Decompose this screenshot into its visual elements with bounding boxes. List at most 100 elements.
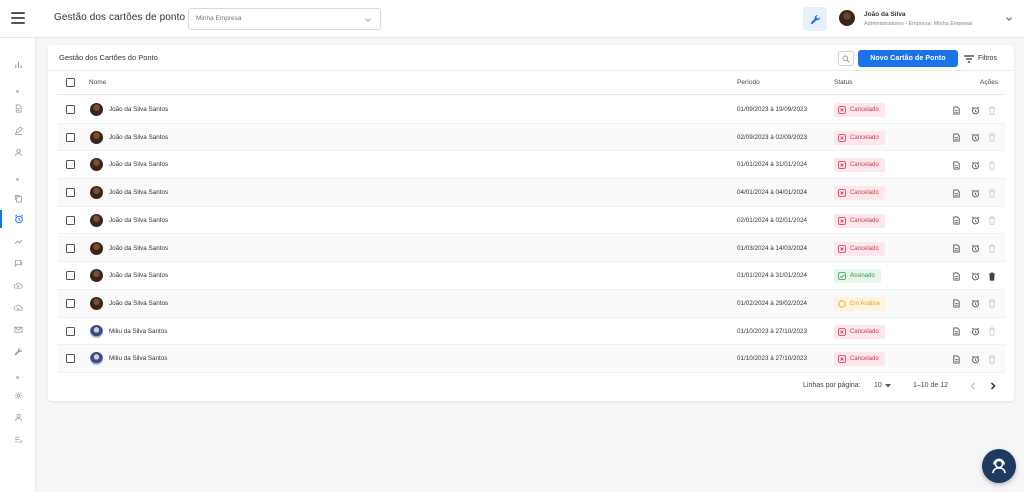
employee-name: João da Silva Santos	[109, 244, 169, 252]
row-checkbox[interactable]	[66, 188, 75, 198]
row-checkbox[interactable]	[66, 298, 75, 308]
table-row[interactable]: João da Silva Santos 02/01/2024 à 02/01/2…	[57, 207, 1005, 235]
avatar	[90, 158, 103, 172]
sidebar-item-dashboard[interactable]	[0, 55, 36, 73]
rows-per-page-select[interactable]: 10	[874, 382, 891, 389]
delete-button[interactable]	[987, 271, 997, 281]
row-checkbox[interactable]	[66, 215, 75, 225]
user-role: Administradores - Empresa: Minha Empresa	[864, 21, 973, 27]
row-checkbox[interactable]	[66, 105, 75, 114]
sidebar-item-download[interactable]	[0, 298, 36, 316]
timesheet-button[interactable]	[970, 133, 980, 143]
timesheet-button[interactable]	[970, 105, 980, 115]
help-button[interactable]	[982, 449, 1016, 483]
row-checkbox[interactable]	[66, 326, 75, 336]
column-header-period[interactable]: Período	[737, 79, 760, 86]
sidebar-item-documents[interactable]	[0, 99, 36, 117]
alarm-clock-icon	[971, 355, 979, 364]
table-row[interactable]: Miliu da Silva Santos 01/10/2023 à 27/10/…	[57, 345, 1005, 373]
row-checkbox[interactable]	[66, 354, 75, 364]
status-label: Cancelado	[850, 190, 879, 197]
status-label: Cancelado	[850, 162, 879, 169]
sidebar-item-reports[interactable]	[0, 232, 36, 250]
delete-button[interactable]	[987, 188, 997, 198]
chevron-down-icon	[1006, 17, 1012, 21]
timesheet-button[interactable]	[970, 244, 980, 254]
sidebar-item-mail[interactable]	[0, 320, 36, 338]
sidebar-item-settings[interactable]	[0, 386, 36, 404]
view-document-button[interactable]	[951, 188, 961, 198]
view-document-button[interactable]	[951, 133, 961, 143]
table-row[interactable]: João da Silva Santos 01/03/2024 à 14/03/2…	[57, 234, 1005, 263]
sidebar-item-profile[interactable]	[0, 408, 36, 426]
trash-icon	[988, 161, 996, 170]
view-document-button[interactable]	[951, 354, 961, 364]
new-timecard-button[interactable]: Novo Cartão de Ponto	[858, 50, 958, 67]
cancel-icon	[838, 106, 846, 114]
table-row[interactable]: João da Silva Santos 01/01/2024 à 31/01/2…	[57, 262, 1005, 290]
sidebar-item-users[interactable]	[0, 143, 36, 161]
table-row[interactable]: João da Silva Santos 01/09/2023 à 19/09/2…	[57, 96, 1005, 124]
timesheet-button[interactable]	[970, 271, 980, 281]
delete-button[interactable]	[987, 133, 997, 143]
row-checkbox[interactable]	[66, 132, 75, 142]
view-document-button[interactable]	[951, 271, 961, 281]
select-all-checkbox[interactable]	[66, 78, 75, 87]
user-menu[interactable]: João da Silva Administradores - Empresa:…	[835, 6, 1016, 32]
employee-name: João da Silva Santos	[109, 133, 169, 141]
table-row[interactable]: João da Silva Santos 02/09/2023 à 02/09/2…	[57, 123, 1005, 152]
delete-button[interactable]	[987, 299, 997, 309]
table-row[interactable]: João da Silva Santos 01/01/2024 à 31/01/2…	[57, 151, 1005, 180]
view-document-button[interactable]	[951, 244, 961, 254]
sidebar-item-timecards[interactable]	[0, 210, 36, 228]
delete-button[interactable]	[987, 160, 997, 170]
clock-icon	[838, 300, 846, 308]
delete-button[interactable]	[987, 244, 997, 254]
timesheet-button[interactable]	[970, 299, 980, 309]
row-checkbox[interactable]	[66, 160, 75, 170]
timesheet-button[interactable]	[970, 160, 980, 170]
sidebar-item-tools[interactable]	[0, 342, 36, 360]
table-row[interactable]: João da Silva Santos 01/02/2024 à 29/02/2…	[57, 289, 1005, 318]
search-button[interactable]	[838, 51, 854, 66]
sidebar-item-messages[interactable]	[0, 254, 36, 272]
period: 01/01/2024 à 31/01/2024	[737, 272, 808, 280]
column-header-status[interactable]: Status	[834, 79, 852, 86]
next-page-button[interactable]	[988, 381, 998, 393]
view-document-button[interactable]	[951, 299, 961, 309]
row-checkbox[interactable]	[66, 243, 75, 253]
view-document-button[interactable]	[951, 105, 961, 115]
row-checkbox[interactable]	[66, 271, 75, 281]
employee-name: João da Silva Santos	[109, 299, 169, 307]
document-icon	[952, 327, 960, 336]
sidebar-item-upload[interactable]	[0, 276, 36, 294]
delete-button[interactable]	[987, 216, 997, 226]
timesheet-button[interactable]	[970, 216, 980, 226]
sidebar-item-tasks[interactable]	[0, 430, 36, 448]
delete-button[interactable]	[987, 105, 997, 115]
table-row[interactable]: Miliu da Silva Santos 01/10/2023 à 27/10/…	[57, 318, 1005, 346]
view-document-button[interactable]	[951, 216, 961, 226]
avatar	[90, 269, 103, 283]
card-title: Gestão dos Cartões do Ponto	[59, 53, 158, 62]
timesheet-button[interactable]	[970, 354, 980, 364]
company-select[interactable]: Minha Empresa	[188, 8, 381, 30]
hamburger-menu-icon[interactable]	[11, 12, 25, 24]
view-document-button[interactable]	[951, 327, 961, 337]
delete-button[interactable]	[987, 354, 997, 364]
sidebar-item-copies[interactable]	[0, 189, 36, 207]
sidebar-item-sign[interactable]	[0, 121, 36, 139]
timesheet-button[interactable]	[970, 188, 980, 198]
view-document-button[interactable]	[951, 160, 961, 170]
check-icon	[838, 272, 846, 280]
document-icon	[952, 244, 960, 253]
timesheet-button[interactable]	[970, 327, 980, 337]
table-row[interactable]: João da Silva Santos 04/01/2024 à 04/01/2…	[57, 179, 1005, 207]
trash-icon	[988, 106, 996, 115]
column-header-name[interactable]: Nome	[89, 79, 106, 86]
delete-button[interactable]	[987, 327, 997, 337]
filters-button[interactable]: Filtros	[964, 51, 1004, 66]
previous-page-button[interactable]	[968, 381, 978, 393]
tools-button[interactable]	[803, 7, 827, 31]
avatar	[90, 296, 103, 310]
